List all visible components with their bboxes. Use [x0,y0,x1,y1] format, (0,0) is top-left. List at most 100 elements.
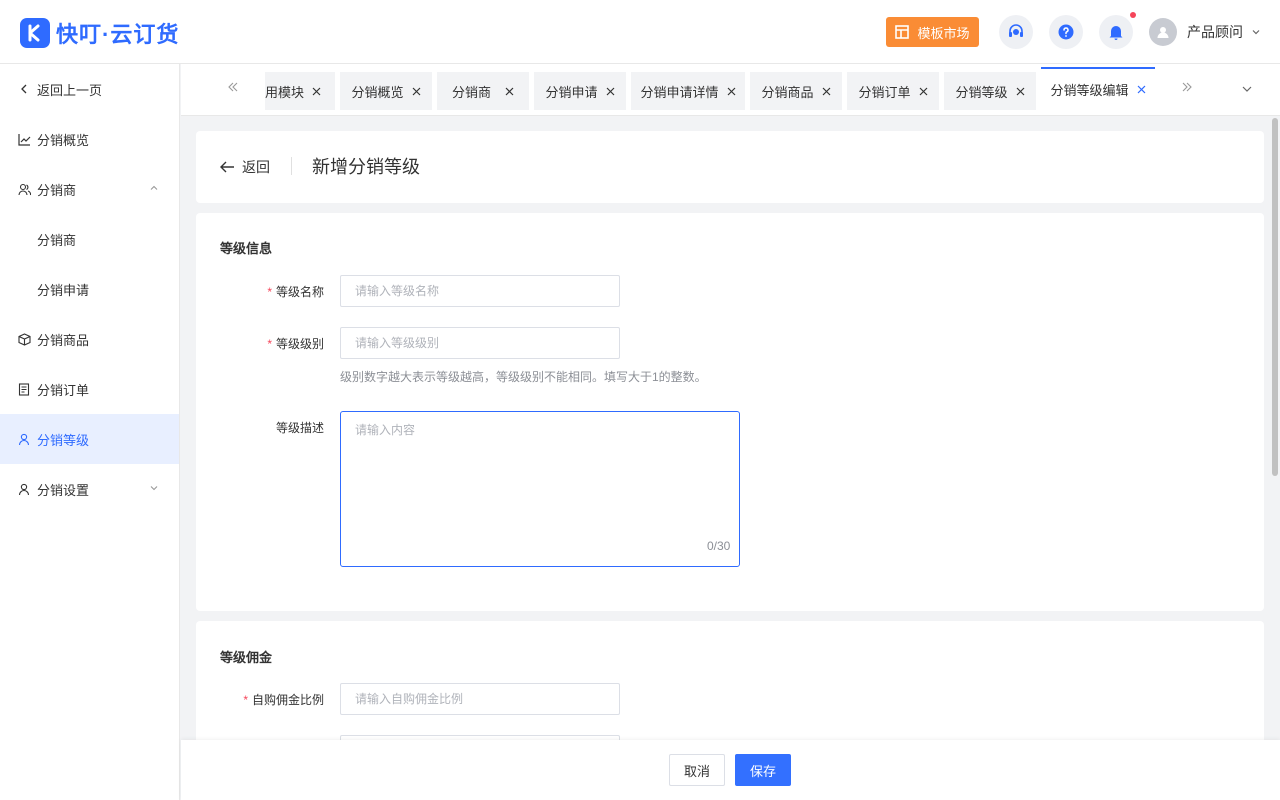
close-icon[interactable] [412,87,421,96]
close-icon[interactable] [505,87,514,96]
back-label: 返回 [242,159,270,175]
tabs-scroll-left-button[interactable] [227,81,239,96]
level-name-label: * 等级名称 [267,285,324,299]
logo[interactable]: 快叮·云订货 [20,17,179,49]
sidebar-item-back[interactable]: 返回上一页 [0,64,179,114]
customer-service-button[interactable] [999,15,1033,49]
tab-label: 分销等级编辑 [1050,83,1129,98]
sidebar-item-label: 返回上一页 [37,82,103,98]
chevron-left-icon [17,82,31,96]
level-rank-label: * 等级级别 [267,337,324,351]
scrollbar-thumb[interactable] [1272,118,1278,476]
sidebar-item-label: 分销等级 [37,432,90,448]
sidebar-item-applications[interactable]: 分销申请 [0,264,179,314]
level-rank-hint: 级别数字越大表示等级越高，等级级别不能相同。填写大于1的整数。 [340,370,707,384]
close-icon[interactable] [312,87,321,96]
sidebar-item-products[interactable]: 分销商品 [0,314,179,364]
tab-application-detail[interactable]: 分销申请详情 [631,72,745,110]
help-icon [1058,24,1074,40]
tab-orders[interactable]: 分销订单 [847,72,939,110]
chart-line-icon [17,132,31,146]
tab-label: 分销概览 [351,84,404,100]
headset-icon [1009,24,1023,37]
back-button[interactable]: 返回 [220,157,270,177]
self-commission-label: * 自购佣金比例 [243,693,324,707]
divider [291,157,292,175]
section-title: 等级信息 [220,241,273,256]
notification-dot [1130,12,1136,18]
double-chevron-left-icon [228,82,238,92]
sidebar-item-levels[interactable]: 分销等级 [0,414,179,464]
chevron-down-icon [1242,86,1252,92]
self-commission-input[interactable] [340,683,620,715]
double-chevron-right-icon [1182,82,1192,92]
level-desc-textarea[interactable] [340,411,740,567]
user-menu[interactable]: 产品顾问 [1149,18,1261,46]
close-icon[interactable] [1016,87,1025,96]
top-header: 快叮·云订货 模板市场 产品顾问 [0,0,1280,64]
section-title: 等级佣金 [220,650,273,665]
close-icon[interactable] [1137,85,1146,94]
commission-card: 等级佣金 * 自购佣金比例 [196,621,1264,740]
save-button[interactable]: 保存 [735,754,791,786]
page-title: 新增分销等级 [312,157,420,177]
chevron-down-icon [1252,30,1260,35]
tab-modules[interactable]: 用模块 [265,72,335,110]
sidebar: 返回上一页 分销概览 分销商 分销商 分销申请 分销商品 分销订单 分销等级 分… [0,64,180,800]
sidebar-item-distributors[interactable]: 分销商 [0,164,179,214]
chevron-up-icon [150,185,158,190]
close-icon[interactable] [822,87,831,96]
user-settings-icon [17,482,31,496]
tab-distributors[interactable]: 分销商 [437,72,529,110]
user-name: 产品顾问 [1187,24,1243,40]
sidebar-item-label: 分销商 [37,232,77,248]
notification-button[interactable] [1099,15,1133,49]
tab-products[interactable]: 分销商品 [750,72,842,110]
arrow-left-icon [220,161,234,173]
char-counter: 0/30 [707,539,731,553]
close-icon[interactable] [606,87,615,96]
tab-overview[interactable]: 分销概览 [340,72,432,110]
tab-label: 分销申请详情 [640,84,719,100]
sidebar-item-settings[interactable]: 分销设置 [0,464,179,514]
box-icon [17,332,31,346]
logo-icon [20,18,50,48]
help-button[interactable] [1049,15,1083,49]
tab-label: 用模块 [265,84,305,100]
cancel-button[interactable]: 取消 [669,754,725,786]
level-rank-input[interactable] [340,327,620,359]
chevron-down-icon [150,486,158,491]
required-mark: * [267,285,272,299]
tab-level-edit[interactable]: 分销等级编辑 [1041,67,1155,110]
required-mark: * [267,337,272,351]
tabs-dropdown-button[interactable] [1241,83,1253,98]
level-info-card: 等级信息 *等级名称 *等级级别 级别数字越大表示等级越高，等级级别不能相同。填… [196,213,1264,611]
sidebar-item-distributor-list[interactable]: 分销商 [0,214,179,264]
close-icon[interactable] [919,87,928,96]
sidebar-item-label: 分销订单 [37,382,90,398]
level-name-input[interactable] [340,275,620,307]
main-content: 返回 新增分销等级 等级信息 *等级名称 *等级级别 级别数字越大表示等级越高，… [181,116,1280,740]
close-icon[interactable] [727,87,736,96]
tabs-scroll-right-button[interactable] [1181,81,1193,96]
tab-label: 分销商 [451,84,491,100]
bell-icon [1109,26,1123,40]
level-desc-label: 等级描述 [275,421,324,435]
tab-label: 分销订单 [858,84,911,100]
page-header-card: 返回 新增分销等级 [196,131,1264,203]
logo-text: 快叮·云订货 [56,22,180,47]
users-icon [17,182,31,196]
tab-label: 分销等级 [955,84,1008,100]
sidebar-item-overview[interactable]: 分销概览 [0,114,179,164]
sidebar-item-orders[interactable]: 分销订单 [0,364,179,414]
template-market-button[interactable]: 模板市场 [886,17,979,47]
sidebar-item-label: 分销概览 [37,132,90,148]
scrollbar[interactable] [1270,116,1280,740]
tab-levels[interactable]: 分销等级 [944,72,1036,110]
order-icon [17,382,31,396]
template-icon [895,25,910,39]
required-mark: * [243,693,248,707]
user-icon [1157,27,1169,38]
tab-applications[interactable]: 分销申请 [534,72,626,110]
sidebar-item-label: 分销商品 [37,332,90,348]
